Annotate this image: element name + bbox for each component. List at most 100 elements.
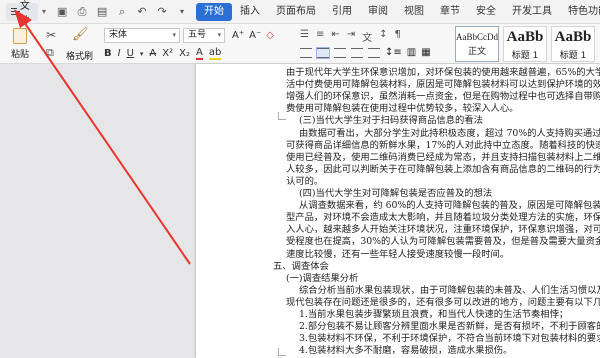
tab-developer[interactable]: 开发工具 [504, 3, 560, 21]
font-format-row: B I U ▾ A X² X₂ A ab [104, 47, 222, 60]
document-text-line: 使用已经普及，使用二维码消费已经成为常态，并且支持扫描包装材料上二维码获得信息的 [286, 151, 600, 163]
font-size-value: 五号 [188, 30, 207, 40]
justify-icon[interactable] [351, 47, 363, 58]
font-color-icon[interactable]: A [195, 47, 203, 60]
increase-indent-icon[interactable]: ⇥ [347, 29, 355, 44]
tab-insert[interactable]: 插入 [232, 3, 268, 21]
styles-gallery: AaBbCcDd 正文 AaBb 标题 1 AaBb 标题 1 [455, 26, 595, 62]
undo-icon[interactable]: ↶ [136, 5, 148, 18]
shrink-font-icon[interactable]: A⁻ [249, 30, 261, 41]
margin-marker [278, 112, 286, 120]
subscript-icon[interactable]: X₂ [179, 48, 190, 59]
print-preview-icon[interactable]: ⌕ [116, 5, 128, 18]
file-menu-button[interactable]: 文件 [6, 1, 38, 27]
document-text-line: 受程度也在提高，30%的人认为可降解包装需要普及，但是普及需要大量资金和时间，并… [286, 236, 600, 248]
document-text-line: 五、调查体会 [273, 260, 329, 272]
tab-home[interactable]: 开始 [196, 2, 233, 21]
quick-access-toolbar: ▣ ⎙ ▤ ⌕ ↶ ↷ ▾ [56, 5, 188, 19]
italic-button[interactable]: I [118, 48, 121, 59]
document-text-line: 可获得商品详细信息的新鲜水果，17%的人对此持中立态度。随着科技的快速发展，二维… [286, 139, 600, 151]
style-name: 正文 [467, 47, 486, 57]
clipboard-icon [13, 28, 27, 44]
chevron-down-icon[interactable]: ▾ [42, 7, 46, 16]
document-text-line: 由于现代年大学生环保意识增加，对环保包装的使用越来越普遍，65%的大学生会购买生 [286, 67, 600, 78]
ribbon-tabs: 开始 插入 页面布局 引用 审阅 视图 章节 安全 开发工具 特色功能 [196, 0, 600, 24]
show-marks-icon[interactable]: ¶ [395, 29, 401, 44]
tab-review[interactable]: 审阅 [360, 3, 396, 21]
document-text-line: 现代包装存在问题还是很多的，还有很多可以改进的地方，问题主要有以下几点： [286, 296, 600, 308]
distributed-icon[interactable] [368, 47, 380, 58]
grow-font-icon[interactable]: A⁺ [232, 30, 244, 41]
paste-button[interactable]: 粘贴 [6, 26, 34, 62]
style-normal[interactable]: AaBbCcDd 正文 [455, 26, 499, 62]
chevron-down-icon[interactable]: ▾ [176, 6, 188, 18]
font-name-value: 宋体 [109, 30, 128, 40]
document-text-line: 费使用可降解包装在使用过程中优势较多，较深入人心。 [286, 103, 519, 115]
underline-button[interactable]: U [127, 48, 134, 59]
font-size-select[interactable]: 五号 ▾ [183, 28, 225, 43]
font-name-select[interactable]: 宋体 ▾ [104, 28, 180, 43]
paste-label: 粘贴 [10, 50, 29, 60]
document-text-line: 由数据可看出，大部分学生对此持积极态度，超过 70%的人支持购买通过扫描二维码就 [299, 127, 600, 139]
numbering-icon[interactable]: ≡ [316, 29, 324, 44]
chevron-down-icon[interactable]: ▾ [140, 50, 144, 58]
document-text-line: 2.部分包装不易让顾客分辨里面水果是否新鲜，是否有损坏，不利于顾客的选择； [299, 321, 600, 333]
paragraph-row-2: ↕≡ ▥ ▦ [300, 46, 431, 59]
tab-references[interactable]: 引用 [324, 3, 360, 21]
style-heading-1[interactable]: AaBb 标题 1 [503, 26, 547, 62]
document-text-line: 4.包装材料大多不耐磨，容易破损，造成水果损伤。 [299, 345, 513, 357]
document-text-line: 型产品，对环境不会造成太大影响，并且随着垃圾分类处理方法的实施，环保理念越来越深 [286, 212, 600, 224]
margin-marker [278, 348, 286, 356]
format-painter-label[interactable]: 格式刷 [66, 49, 93, 62]
chevron-down-icon: ▾ [217, 31, 221, 39]
style-sample: AaBbCcDd [456, 32, 498, 42]
clear-format-icon[interactable]: ◇ [266, 30, 274, 41]
ribbon-toolbar: 粘贴 ✂ ⧉ 🖌 格式刷 宋体 ▾ 五号 ▾ B I U ▾ A X² X₂ A… [0, 24, 600, 64]
document-text-line: 综合分析当前水果包装现状，由于可降解包装的未普及、人们生活习惯以及认知等原因， [299, 284, 600, 296]
style-sample: AaBb [506, 29, 544, 45]
document-text-line: 3.包装材料不环保，不利于环境保护，不符合当前环境下对包装材料的要求； [299, 333, 600, 345]
chinese-layout-icon[interactable]: 文 [362, 29, 372, 44]
shading-icon[interactable]: ▥ [407, 47, 416, 58]
superscript-icon[interactable]: X² [162, 48, 173, 59]
document-text-line: 1.当前水果包装步骤繁琐且浪费，和当代人快速的生活节奏相悖； [299, 309, 569, 320]
document-area: 由于现代年大学生环保意识增加，对环保包装的使用越来越普遍，65%的大学生会购买生… [0, 64, 600, 358]
cut-icon[interactable]: ✂ [46, 28, 56, 42]
highlight-icon[interactable]: ab [208, 47, 222, 60]
align-right-icon[interactable] [334, 47, 346, 58]
style-sample: AaBb [554, 29, 592, 45]
align-center-icon[interactable] [316, 46, 330, 59]
save-icon[interactable]: ▣ [56, 5, 68, 18]
redo-icon[interactable]: ↷ [156, 5, 168, 18]
tab-view[interactable]: 视图 [396, 3, 432, 21]
document-text-line: 入人心，越来越多人开始关注环境状况，注重环境保护，环保意识增强，对可降解包装的接 [286, 224, 600, 236]
document-text-line: 人较多，因此可以判断关于在可降解包装上添加含有商品信息的二维码的行为是比较被 [286, 163, 600, 175]
export-pdf-icon[interactable]: ▤ [96, 5, 108, 18]
document-text-line: 增强人们的环保意识，虽然消耗一点资金，但是在购物过程中也可选择自带购物袋。由于付 [286, 91, 600, 103]
decrease-indent-icon[interactable]: ⇤ [331, 29, 339, 44]
tab-features[interactable]: 特色功能 [560, 3, 600, 21]
font-size-adjust: A⁺ A⁻ ◇ [232, 30, 274, 41]
format-painter-icon[interactable]: 🖌 [72, 27, 89, 42]
bullets-icon[interactable]: ☰ [300, 29, 309, 44]
style-name: 标题 1 [511, 51, 539, 61]
style-name: 标题 1 [559, 51, 587, 61]
line-spacing-icon[interactable]: ↕≡ [385, 47, 402, 58]
style-heading-1-alt[interactable]: AaBb 标题 1 [551, 26, 595, 62]
copy-icon[interactable]: ⧉ [46, 46, 54, 60]
print-icon[interactable]: ⎙ [76, 5, 88, 18]
tab-security[interactable]: 安全 [468, 3, 504, 21]
document-page[interactable]: 由于现代年大学生环保意识增加，对环保包装的使用越来越普遍，65%的大学生会购买生… [196, 64, 600, 358]
title-bar: 文件 ▾ ▣ ⎙ ▤ ⌕ ↶ ↷ ▾ 开始 插入 页面布局 引用 审阅 视图 章… [0, 0, 600, 27]
document-text-line: 从调查数据来看，约 60%的人支持可降解包装的普及，原因是可降解包装属于环境友好 [299, 200, 600, 212]
document-text-line: 速度比较慢，还有一些年轻人接受速度较慢一段时间。 [286, 248, 510, 260]
sort-icon[interactable]: ↕ [379, 29, 387, 44]
paragraph-row-1: ☰ ≡ ⇤ ⇥ 文 ↕ ¶ [300, 29, 401, 44]
tab-chapter[interactable]: 章节 [432, 3, 468, 21]
document-text-line: (三)当代大学生对于扫码获得商品信息的看法 [299, 115, 483, 127]
strikethrough-icon[interactable]: A [149, 48, 156, 59]
align-left-icon[interactable] [300, 47, 312, 58]
bold-button[interactable]: B [104, 48, 112, 59]
borders-icon[interactable]: ▦ [421, 47, 430, 58]
tab-page-layout[interactable]: 页面布局 [268, 3, 324, 21]
